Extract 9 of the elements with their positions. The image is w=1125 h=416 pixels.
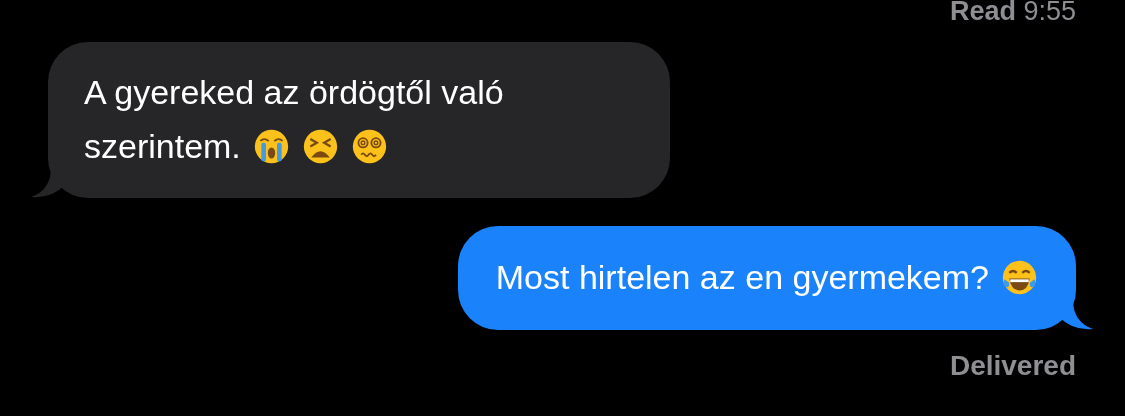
- tired-face-icon: [301, 127, 339, 165]
- message-text: Most hirtelen az en gyermekem?: [495, 257, 989, 298]
- dizzy-face-icon: [350, 127, 388, 165]
- crying-face-icon: [252, 127, 290, 165]
- message-text: szerintem.: [84, 126, 241, 167]
- message-text: A gyereked az ördögtől való: [84, 72, 504, 113]
- laughing-tears-face-icon: [1001, 258, 1038, 296]
- delivery-status: Delivered: [949, 350, 1076, 382]
- read-receipt: Read 9:55: [949, 0, 1076, 25]
